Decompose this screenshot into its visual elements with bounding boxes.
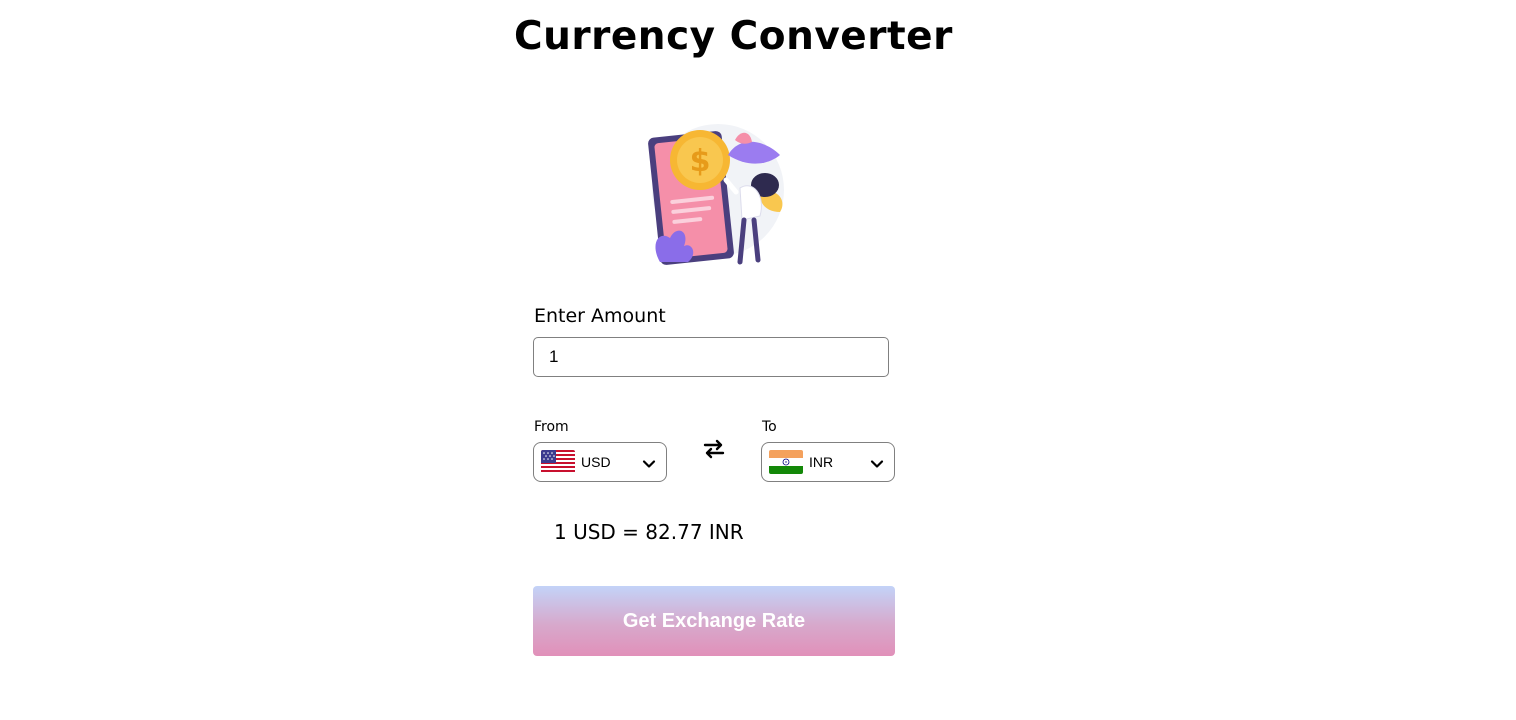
currency-converter-page: Currency Converter $ Enter Amount 1 From… (0, 0, 1516, 720)
chevron-down-icon (870, 456, 884, 470)
from-currency-code: USD (581, 454, 611, 470)
exchange-rate-result: 1 USD = 82.77 INR (554, 520, 744, 544)
get-exchange-rate-button[interactable]: Get Exchange Rate (533, 586, 895, 656)
amount-label: Enter Amount (534, 305, 666, 327)
to-currency-code: INR (809, 454, 834, 470)
chevron-down-icon (642, 456, 656, 470)
to-currency-select[interactable]: INR (761, 442, 895, 482)
svg-text:$: $ (690, 144, 711, 179)
from-label: From (534, 419, 569, 435)
page-title: Currency Converter (514, 14, 953, 59)
us-flag-icon (541, 450, 575, 474)
money-illustration: $ (640, 120, 790, 270)
swap-arrows-icon[interactable] (703, 438, 725, 460)
india-flag-icon (769, 450, 803, 474)
from-currency-select[interactable]: USD (533, 442, 667, 482)
to-label: To (762, 419, 777, 435)
amount-input[interactable] (533, 337, 889, 377)
